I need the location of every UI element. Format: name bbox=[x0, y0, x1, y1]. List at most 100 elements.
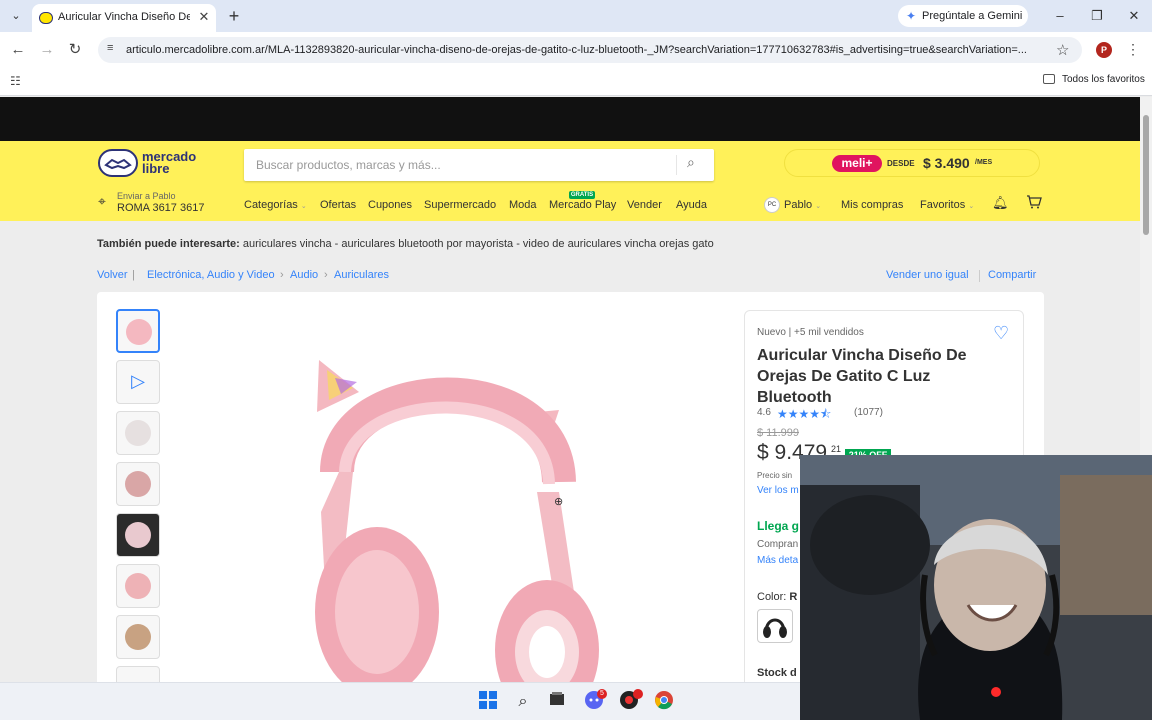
gemini-sparkle-icon: ✦ bbox=[906, 9, 917, 23]
nav-moda[interactable]: Moda bbox=[509, 199, 537, 211]
gallery-thumbnail[interactable] bbox=[116, 462, 160, 506]
original-price: $ 11.999 bbox=[757, 427, 800, 439]
color-option-black[interactable] bbox=[757, 609, 793, 643]
product-image-headphones[interactable] bbox=[297, 322, 617, 682]
profile-avatar[interactable]: P bbox=[1096, 42, 1112, 58]
thumbnail-image bbox=[125, 420, 151, 446]
breadcrumb-back[interactable]: Volver bbox=[97, 269, 128, 281]
new-tab-plus-icon[interactable]: + bbox=[224, 6, 244, 26]
divider bbox=[979, 270, 980, 282]
gallery-thumbnail[interactable] bbox=[116, 309, 160, 353]
mercadolibre-favicon-icon bbox=[39, 12, 53, 24]
tab-search-chevron-icon[interactable]: ⌄ bbox=[6, 6, 26, 26]
minimize-icon[interactable]: – bbox=[1050, 6, 1070, 26]
location-line2: ROMA 3617 3617 bbox=[117, 202, 205, 214]
shipping-location[interactable]: ⌖ Enviar a Pablo ROMA 3617 3617 bbox=[98, 191, 238, 217]
star-rating-icon: ★★★★⯪ bbox=[777, 407, 832, 421]
play-icon: ▷ bbox=[131, 371, 145, 391]
delivery-info: Llega g bbox=[757, 519, 800, 533]
breadcrumb-item[interactable]: Electrónica, Audio y Video bbox=[147, 269, 275, 281]
os-taskbar: ⌕ 5 bbox=[0, 682, 800, 720]
payment-methods-link[interactable]: Ver los m bbox=[757, 485, 799, 496]
notification-badge bbox=[633, 689, 643, 699]
chrome-icon[interactable] bbox=[652, 690, 676, 714]
window-close-icon[interactable]: ✕ bbox=[1124, 6, 1144, 26]
stock-info: Stock d bbox=[757, 667, 797, 679]
share-link[interactable]: Compartir bbox=[988, 269, 1036, 281]
rating-value: 4.6 bbox=[757, 407, 771, 418]
recording-indicator-icon bbox=[991, 687, 1001, 697]
breadcrumb-item[interactable]: Auriculares bbox=[334, 269, 389, 281]
gallery-thumbnail[interactable] bbox=[116, 564, 160, 608]
heart-icon[interactable]: ♡ bbox=[993, 323, 1009, 344]
back-arrow-icon[interactable]: ← bbox=[8, 40, 28, 60]
product-title: Auricular Vincha Diseño De Orejas De Gat… bbox=[757, 347, 967, 406]
condition-sold: Nuevo | +5 mil vendidos bbox=[757, 327, 864, 338]
search-divider bbox=[676, 155, 677, 175]
price-cents: 21 bbox=[831, 444, 842, 454]
sell-same-link[interactable]: Vender uno igual bbox=[886, 269, 969, 281]
gallery-thumbnail[interactable] bbox=[116, 615, 160, 659]
gallery-thumbnail[interactable] bbox=[116, 411, 160, 455]
related-searches-links[interactable]: auriculares vincha - auriculares bluetoo… bbox=[243, 238, 714, 250]
windows-start-icon[interactable] bbox=[476, 690, 500, 714]
webcam-overlay-image bbox=[800, 455, 1152, 720]
nav-categorias[interactable]: Categorías ⌄ bbox=[244, 199, 307, 211]
zoom-magnifier-icon: ⊕ bbox=[554, 496, 564, 508]
nav-ayuda[interactable]: Ayuda bbox=[676, 199, 707, 211]
meli-plus-pill: meli+ bbox=[832, 155, 882, 172]
tab-close-icon[interactable]: ✕ bbox=[196, 9, 212, 25]
gratis-badge: GRATIS bbox=[569, 191, 595, 199]
delivery-detail: Compran bbox=[757, 539, 799, 550]
meli-price: $ 3.490 bbox=[923, 155, 970, 171]
meli-per-month: /MES bbox=[975, 159, 993, 166]
nav-mercado-play[interactable]: Mercado Play bbox=[549, 199, 616, 211]
nav-mis-compras[interactable]: Mis compras bbox=[841, 199, 903, 211]
reload-icon[interactable]: ↻ bbox=[65, 40, 85, 60]
kebab-menu-icon[interactable]: ⋮ bbox=[1126, 41, 1140, 58]
gemini-label: Pregúntale a Gemini bbox=[922, 10, 1023, 22]
notifications-bell-icon[interactable]: 🔔︎ bbox=[992, 195, 1009, 211]
user-avatar[interactable]: PC bbox=[764, 197, 780, 213]
gallery-thumbnail[interactable] bbox=[116, 513, 160, 557]
bookmarks-bar: ☷ Todos los favoritos bbox=[0, 68, 1152, 96]
apps-grid-icon[interactable]: ☷ bbox=[10, 74, 21, 88]
forward-arrow-icon[interactable]: → bbox=[37, 40, 57, 60]
color-label: Color: R bbox=[757, 591, 797, 603]
search-icon[interactable]: ⌕ bbox=[687, 154, 695, 171]
meli-plus-banner[interactable]: meli+ DESDE $ 3.490 /MES bbox=[784, 149, 1040, 177]
chevron-down-icon: ⌄ bbox=[968, 203, 975, 210]
site-info-icon[interactable]: ≡ bbox=[107, 42, 121, 56]
gemini-button[interactable]: ✦ Pregúntale a Gemini bbox=[898, 5, 1028, 27]
related-searches: También puede interesarte: auriculares v… bbox=[97, 238, 714, 250]
breadcrumb-item[interactable]: Audio bbox=[290, 269, 318, 281]
logo-text: mercado libre bbox=[142, 149, 197, 176]
search-placeholder: Buscar productos, marcas y más... bbox=[256, 158, 441, 172]
url-text[interactable]: articulo.mercadolibre.com.ar/MLA-1132893… bbox=[126, 44, 1046, 56]
cart-icon[interactable] bbox=[1026, 195, 1042, 212]
nav-cupones[interactable]: Cupones bbox=[368, 199, 412, 211]
search-icon[interactable]: ⌕ bbox=[511, 690, 535, 714]
gallery-thumbnail[interactable] bbox=[116, 666, 160, 682]
omnibox[interactable]: ≡ articulo.mercadolibre.com.ar/MLA-11328… bbox=[98, 37, 1082, 63]
site-header: mercado libre Buscar productos, marcas y… bbox=[0, 141, 1140, 221]
nav-ofertas[interactable]: Ofertas bbox=[320, 199, 356, 211]
bookmark-star-icon[interactable]: ☆ bbox=[1056, 41, 1069, 59]
user-menu[interactable]: Pablo ⌄ bbox=[784, 199, 821, 211]
maximize-icon[interactable]: ❐ bbox=[1087, 6, 1107, 26]
search-input[interactable]: Buscar productos, marcas y más... ⌕ bbox=[244, 149, 714, 181]
nav-favoritos[interactable]: Favoritos ⌄ bbox=[920, 199, 974, 211]
handshake-icon bbox=[98, 149, 138, 177]
nav-supermercado[interactable]: Supermercado bbox=[424, 199, 496, 211]
browser-tab[interactable]: Auricular Vincha Diseño De Ore ✕ bbox=[32, 4, 216, 32]
folder-icon bbox=[1043, 74, 1055, 84]
related-searches-label: También puede interesarte: bbox=[97, 238, 240, 250]
mercadolibre-logo[interactable]: mercado libre bbox=[98, 149, 208, 179]
nav-vender[interactable]: Vender bbox=[627, 199, 662, 211]
task-view-icon[interactable] bbox=[545, 690, 569, 714]
scrollbar-thumb[interactable] bbox=[1143, 115, 1149, 235]
more-details-link[interactable]: Más deta bbox=[757, 555, 798, 566]
gallery-thumbnail-video[interactable]: ▷ bbox=[116, 360, 160, 404]
chevron-right-icon: › bbox=[280, 269, 284, 281]
all-bookmarks-link[interactable]: Todos los favoritos bbox=[1062, 74, 1145, 85]
